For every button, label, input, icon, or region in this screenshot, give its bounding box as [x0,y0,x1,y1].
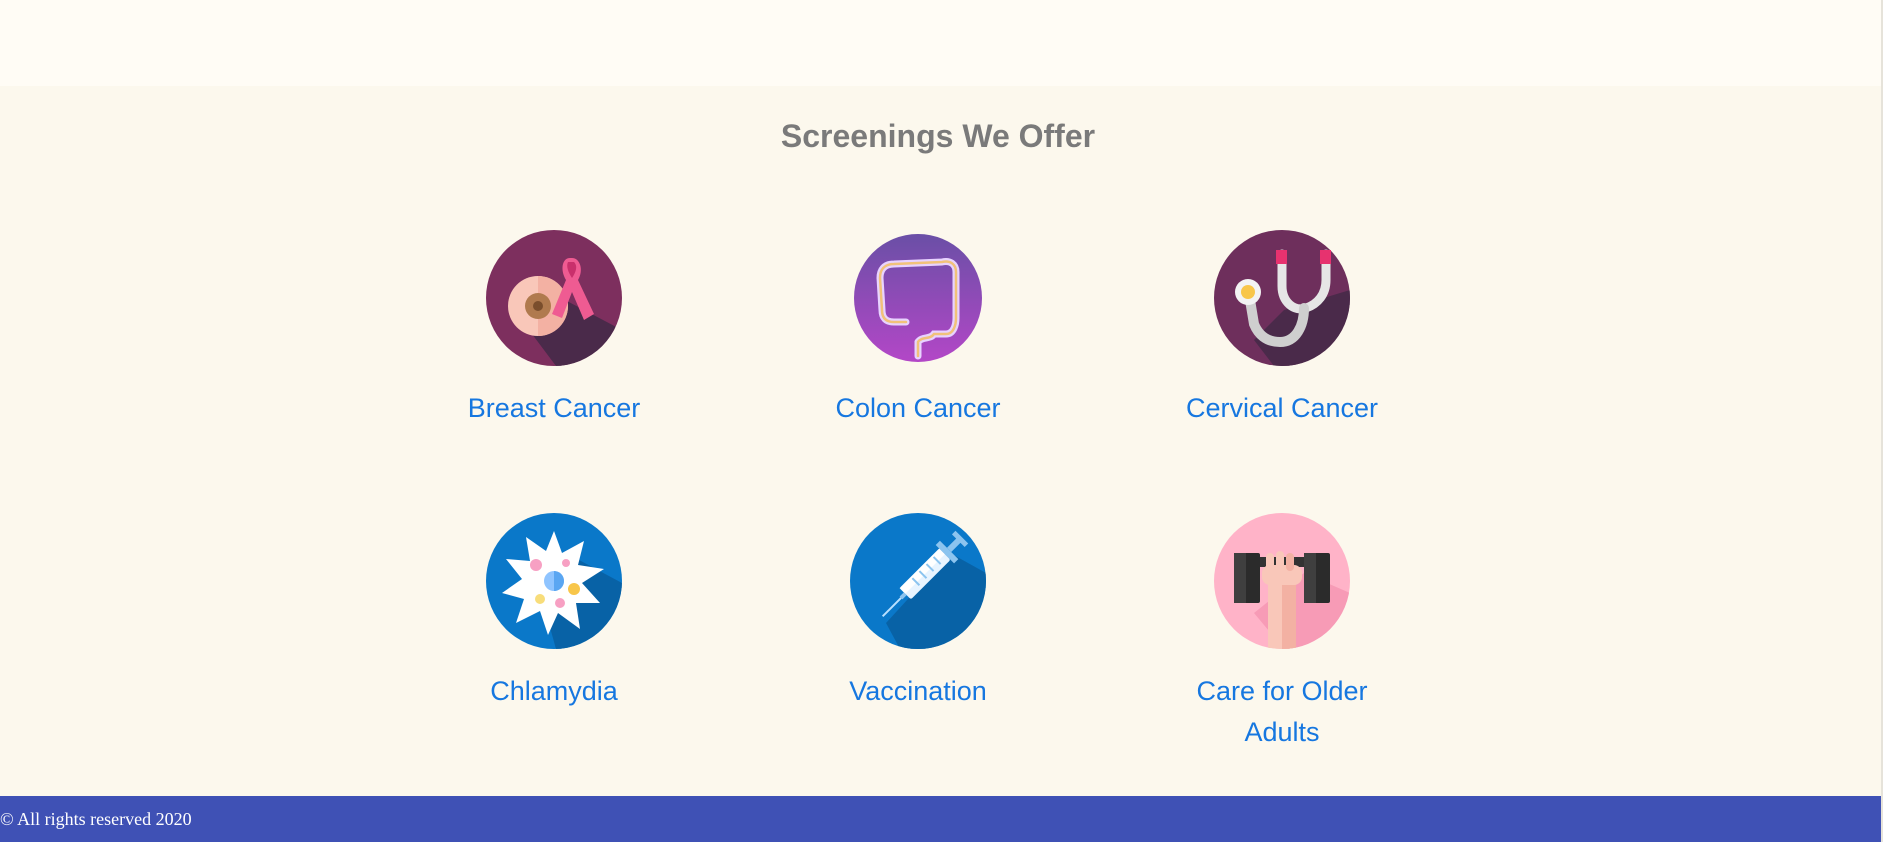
card-care-older-adults[interactable]: Care for Older Adults [1152,513,1412,753]
screenings-section: Screenings We Offer Breast Cancer Colon … [0,86,1883,796]
bacteria-cell-icon [486,513,622,649]
card-label[interactable]: Cervical Cancer [1152,388,1412,429]
dumbbell-hand-icon [1214,513,1350,649]
breast-cancer-ribbon-icon [486,230,622,366]
card-colon-cancer[interactable]: Colon Cancer [788,230,1048,429]
syringe-icon [850,513,986,649]
card-cervical-cancer[interactable]: Cervical Cancer [1152,230,1412,429]
card-breast-cancer[interactable]: Breast Cancer [424,230,684,429]
card-label[interactable]: Care for Older Adults [1187,671,1377,753]
card-label[interactable]: Vaccination [788,671,1048,712]
footer: © All rights reserved 2020 [0,796,1881,842]
section-title: Screenings We Offer [780,118,1096,154]
stethoscope-icon [1214,230,1350,366]
card-label[interactable]: Chlamydia [424,671,684,712]
top-band [0,0,1883,86]
colon-icon [854,234,982,362]
card-label[interactable]: Colon Cancer [788,388,1048,429]
copyright-text: © All rights reserved 2020 [0,809,192,829]
card-vaccination[interactable]: Vaccination [788,513,1048,712]
card-chlamydia[interactable]: Chlamydia [424,513,684,712]
card-label[interactable]: Breast Cancer [424,388,684,429]
